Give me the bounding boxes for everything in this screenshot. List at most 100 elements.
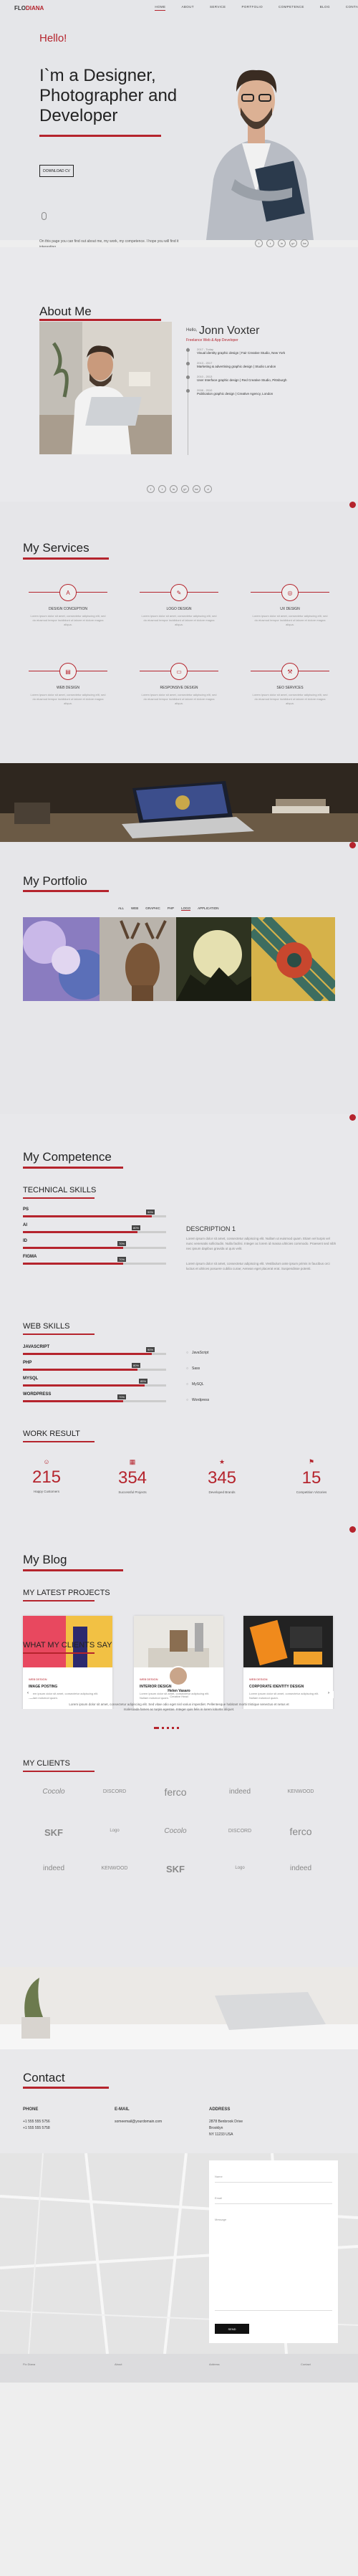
menu-contact[interactable]: CONTACT [346, 5, 358, 11]
client-logo[interactable]: DISCORD [90, 1789, 140, 1794]
footer-col: Address [209, 2362, 220, 2366]
about-photo [39, 322, 172, 454]
menu-home[interactable]: HOME [155, 5, 166, 11]
footer-col: Flo Diana [23, 2362, 36, 2366]
portfolio-item[interactable] [23, 917, 107, 1001]
settings-gear-icon[interactable] [349, 502, 356, 508]
client-logo[interactable]: SKF [29, 1827, 79, 1838]
about-title: About Me [39, 305, 92, 318]
menu-blog[interactable]: BLOG [320, 5, 330, 11]
name-label: Name [215, 2175, 223, 2178]
contact-form: Name Email Message SEND [209, 2160, 338, 2343]
filter-graphic[interactable]: GRAPHIC [145, 906, 160, 911]
filter-logo[interactable]: LOGO [181, 906, 191, 911]
portfolio-section: My Portfolio ALL WEB GRAPHIC PHP LOGO AP… [0, 842, 358, 1114]
email-field[interactable] [215, 2203, 332, 2204]
blog-title-bar [23, 1569, 123, 1571]
portfolio-item[interactable] [176, 917, 260, 1001]
menu-portfolio[interactable]: PORTFOLIO [241, 5, 263, 11]
name-field[interactable] [215, 2182, 332, 2183]
skill-bar: PS 90% [23, 1207, 166, 1217]
service-item[interactable]: A DESIGN CONCEPTION Lorem ipsum dolor sit … [29, 584, 107, 627]
portfolio-item[interactable] [251, 917, 335, 1001]
next-arrow-icon[interactable]: › [324, 1691, 334, 1698]
settings-gear-icon[interactable] [349, 842, 356, 848]
timeline-item: 2017 - Today Visual identity graphic desi… [186, 348, 295, 355]
client-logo[interactable]: indeed [215, 1788, 265, 1796]
hero-socials: f t in g+ be [255, 239, 309, 247]
menu-service[interactable]: SERVICE [210, 5, 226, 11]
filter-all[interactable]: ALL [118, 906, 124, 911]
carousel-dots [154, 1727, 179, 1729]
service-icon: ▤ [59, 663, 77, 680]
email-label: Email [215, 2196, 223, 2200]
carousel-dot[interactable] [162, 1727, 164, 1729]
send-button[interactable]: SEND [215, 2324, 249, 2334]
contact-email[interactable]: E-MAIL someemail@yourdomain.com [115, 2107, 162, 2125]
client-logo[interactable]: indeed [276, 1864, 326, 1872]
client-logo[interactable]: DISCORD [215, 1829, 265, 1834]
client-logo[interactable]: SKF [150, 1864, 200, 1874]
client-logo[interactable]: KENWOOD [276, 1789, 326, 1794]
linkedin-icon[interactable]: in [170, 485, 178, 493]
settings-gear-icon[interactable] [349, 1526, 356, 1533]
settings-gear-icon[interactable] [349, 1114, 356, 1121]
carousel-dot[interactable] [177, 1727, 179, 1729]
service-item[interactable]: ▭ RESPONSIVE DESIGN Lorem ipsum dolor sit … [140, 663, 218, 706]
behance-icon[interactable]: be [193, 485, 200, 493]
competence-section: My Competence TECHNICAL SKILLS PS 90% AI 80… [0, 1114, 358, 1734]
facebook-icon[interactable]: f [147, 485, 155, 493]
prev-arrow-icon[interactable]: ‹ [23, 1691, 33, 1698]
twitter-icon[interactable]: t [266, 239, 274, 247]
service-item[interactable]: ▤ WEB DESIGN Lorem ipsum dolor sit amet, c… [29, 663, 107, 706]
client-logo[interactable]: indeed [29, 1864, 79, 1872]
service-item[interactable]: ⚒ SEO SERVICES Lorem ipsum dolor sit amet,… [251, 663, 329, 706]
client-logo[interactable]: KENWOOD [90, 1866, 140, 1871]
download-cv-button[interactable]: DOWNLOAD CV [39, 165, 74, 177]
message-field[interactable] [215, 2225, 332, 2311]
filter-web[interactable]: WEB [131, 906, 138, 911]
skill-bar: FIGMA 70% [23, 1255, 166, 1265]
filter-php[interactable]: PHP [168, 906, 174, 911]
carousel-dot[interactable] [167, 1727, 169, 1729]
google-plus-icon[interactable]: g+ [181, 485, 189, 493]
twitter-icon[interactable]: t [158, 485, 166, 493]
behance-icon[interactable]: be [301, 239, 309, 247]
scroll-mouse-icon[interactable] [42, 212, 47, 220]
about-hello: Hello, [186, 328, 198, 332]
filter-application[interactable]: APPLICATION [198, 906, 218, 911]
about-name: Jonn Voxter [199, 325, 260, 337]
client-logo[interactable]: Logo [90, 1829, 140, 1833]
client-logo[interactable]: Cocolo [29, 1788, 79, 1796]
google-plus-icon[interactable]: g+ [289, 239, 297, 247]
service-icon: ◎ [281, 584, 299, 601]
facebook-icon[interactable]: f [255, 239, 263, 247]
banner-image [0, 763, 358, 842]
client-logo[interactable]: Logo [215, 1866, 265, 1870]
site-logo[interactable]: FLODIANA [14, 5, 44, 11]
client-logo[interactable]: ferco [276, 1826, 326, 1837]
menu-about[interactable]: ABOUT [181, 5, 194, 11]
competence-title-bar [23, 1167, 123, 1169]
about-role: Freelance Web & App Developer [186, 338, 238, 343]
portfolio-filters: ALL WEB GRAPHIC PHP LOGO APPLICATION [118, 906, 219, 911]
service-item[interactable]: ✎ LOGO DESIGN Lorem ipsum dolor sit amet, … [140, 584, 218, 627]
timeline-item: 2008 - 2010 Publication graphic design | … [186, 388, 295, 396]
client-logo[interactable]: Cocolo [150, 1827, 200, 1835]
counter-projects: ▦ 354 Successful Projects [100, 1458, 165, 1495]
portfolio-title-bar [23, 890, 109, 892]
client-role: Creative Head [170, 1695, 188, 1698]
service-item[interactable]: ◎ UX DESIGN Lorem ipsum dolor sit amet, co… [251, 584, 329, 627]
dribbble-icon[interactable]: d [204, 485, 212, 493]
client-logo[interactable]: ferco [150, 1786, 200, 1798]
service-icon: ▭ [170, 663, 188, 680]
footer-col: Contact [301, 2362, 311, 2366]
skill-bar: JAVASCRIPT 90% [23, 1345, 166, 1355]
linkedin-icon[interactable]: in [278, 239, 286, 247]
portfolio-item[interactable] [100, 917, 183, 1001]
carousel-dot[interactable] [154, 1727, 159, 1729]
carousel-dot[interactable] [172, 1727, 174, 1729]
services-title-bar [23, 557, 109, 560]
hero-portrait [206, 70, 314, 240]
menu-competence[interactable]: COMPETENCE [279, 5, 304, 11]
